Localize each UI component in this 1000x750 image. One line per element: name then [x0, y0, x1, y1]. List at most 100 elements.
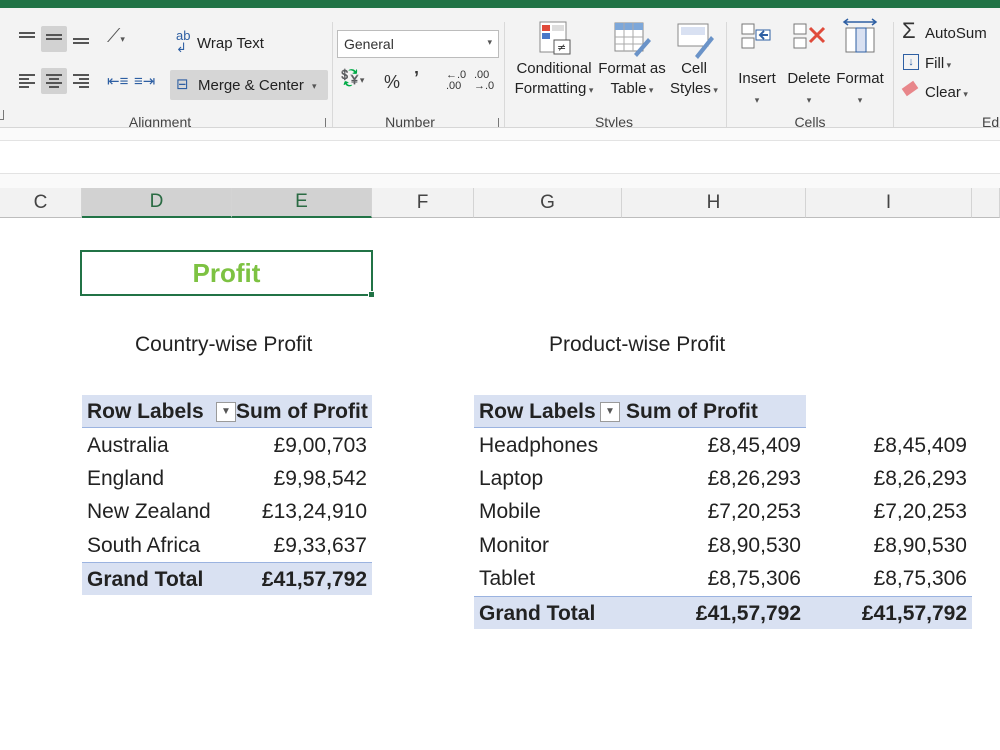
- fill-icon[interactable]: ↓: [903, 54, 919, 70]
- row-labels-text: Row Labels: [479, 399, 596, 423]
- clear-label: Clear: [925, 84, 961, 101]
- grand-total-label: Grand Total: [479, 601, 596, 625]
- row-extra-value: £8,26,293: [873, 466, 967, 490]
- conditional-formatting-line2: Formatting: [514, 80, 587, 97]
- grand-total-row[interactable]: Grand Total £41,57,792 £41,57,792: [474, 596, 972, 629]
- group-separator: [893, 22, 894, 128]
- table-row[interactable]: South Africa £9,33,637: [82, 529, 372, 562]
- increase-decimal-button[interactable]: ←.0 .00: [446, 70, 466, 92]
- column-header-next[interactable]: [972, 188, 1000, 218]
- column-header-d[interactable]: D: [82, 188, 232, 218]
- chevron-down-icon: ▾: [487, 37, 492, 47]
- table-row[interactable]: England £9,98,542: [82, 462, 372, 495]
- format-button[interactable]: Format ▾: [834, 69, 886, 110]
- increase-indent-icon[interactable]: ≡⇥: [134, 72, 155, 90]
- row-value: £9,00,703: [273, 433, 367, 457]
- wrap-text-label[interactable]: Wrap Text: [197, 35, 264, 52]
- table-row[interactable]: Australia £9,00,703: [82, 429, 372, 462]
- row-value: £7,20,253: [707, 499, 801, 523]
- group-separator: [504, 22, 505, 128]
- cell-styles-icon[interactable]: [675, 20, 715, 60]
- country-table-caption: Country-wise Profit: [135, 333, 313, 356]
- conditional-formatting-icon[interactable]: ≠: [536, 20, 576, 60]
- fill-label: Fill: [925, 55, 945, 72]
- format-as-table-line1: Format as: [598, 60, 666, 77]
- decrease-decimal-button[interactable]: .00 →.0: [474, 70, 494, 92]
- column-header-i[interactable]: I: [806, 188, 972, 218]
- row-value: £8,75,306: [707, 566, 801, 590]
- fill-button[interactable]: Fill ▾: [925, 55, 951, 72]
- selection-fill-handle[interactable]: [368, 291, 375, 298]
- sum-of-profit-header: Sum of Profit: [626, 399, 758, 423]
- row-label: Laptop: [479, 466, 544, 490]
- row-label: England: [87, 466, 165, 490]
- row-label: South Africa: [87, 533, 201, 557]
- column-header-f[interactable]: F: [372, 188, 474, 218]
- conditional-formatting-label[interactable]: Conditional Formatting ▾: [512, 59, 596, 100]
- clear-button[interactable]: Clear ▾: [925, 84, 968, 101]
- sheet-title-cell[interactable]: Profit: [80, 250, 373, 296]
- formula-bar[interactable]: [0, 140, 1000, 174]
- insert-cells-icon[interactable]: [738, 20, 778, 60]
- accounting-format-icon[interactable]: 💱▾: [340, 68, 364, 88]
- table-row[interactable]: Tablet £8,75,306 £8,75,306: [474, 562, 972, 595]
- column-header-c[interactable]: C: [0, 188, 82, 218]
- autosum-label[interactable]: AutoSum: [925, 25, 987, 42]
- row-label: Headphones: [479, 433, 599, 457]
- column-header-e[interactable]: E: [232, 188, 372, 218]
- table-row[interactable]: Headphones £8,45,409 £8,45,409: [474, 429, 972, 462]
- row-extra-value: £8,90,530: [873, 533, 967, 557]
- row-label: New Zealand: [87, 499, 211, 523]
- cell-styles-label[interactable]: Cell Styles ▾: [666, 59, 722, 100]
- align-middle-button[interactable]: [41, 26, 67, 52]
- format-cells-icon[interactable]: [840, 18, 880, 58]
- row-labels-filter-button[interactable]: ▼: [210, 395, 236, 428]
- grand-total-value: £41,57,792: [261, 567, 367, 591]
- row-label: Monitor: [479, 533, 550, 557]
- insert-button[interactable]: Insert ▾: [734, 69, 780, 110]
- comma-style-button[interactable]: ’: [414, 68, 419, 89]
- row-labels-filter-button[interactable]: ▼: [594, 395, 620, 428]
- align-right-button[interactable]: [68, 68, 94, 94]
- delete-button[interactable]: Delete ▾: [786, 69, 832, 110]
- group-separator: [332, 22, 333, 128]
- row-label: Tablet: [479, 566, 536, 590]
- ribbon: ⟋▾ ⇤≡ ≡⇥ ab ↲ Wrap Text ⊟ Merge & Center …: [0, 8, 1000, 130]
- group-separator: [726, 22, 727, 128]
- autosum-icon[interactable]: Σ: [902, 18, 916, 44]
- table-row[interactable]: Mobile £7,20,253 £7,20,253: [474, 495, 972, 528]
- percent-style-button[interactable]: %: [384, 72, 400, 93]
- format-as-table-label[interactable]: Format as Table ▾: [598, 59, 666, 100]
- wrap-text-icon[interactable]: ab ↲: [176, 29, 190, 54]
- grand-total-row[interactable]: Grand Total £41,57,792: [82, 562, 372, 595]
- orientation-icon[interactable]: ⟋▾: [107, 26, 125, 48]
- row-labels-header: Row Labels: [87, 395, 204, 428]
- decrease-indent-icon[interactable]: ⇤≡: [107, 72, 128, 90]
- table-row[interactable]: New Zealand £13,24,910: [82, 495, 372, 528]
- table-row[interactable]: Laptop £8,26,293 £8,26,293: [474, 462, 972, 495]
- column-header-g[interactable]: G: [474, 188, 622, 218]
- insert-label: Insert: [738, 70, 776, 87]
- grand-total-label: Grand Total: [87, 567, 204, 591]
- row-extra-value: £8,75,306: [873, 566, 967, 590]
- table-row[interactable]: Monitor £8,90,530 £8,90,530: [474, 529, 972, 562]
- delete-cells-icon[interactable]: [790, 20, 830, 60]
- align-left-button[interactable]: [14, 68, 40, 94]
- row-labels-header: Row Labels: [479, 395, 596, 428]
- eraser-icon[interactable]: [901, 80, 919, 97]
- align-center-button[interactable]: [41, 68, 67, 94]
- align-bottom-button[interactable]: [68, 26, 94, 52]
- row-value: £9,98,542: [273, 466, 367, 490]
- column-header-h[interactable]: H: [622, 188, 806, 218]
- align-top-button[interactable]: [14, 26, 40, 52]
- merge-center-icon: ⊟: [176, 76, 189, 93]
- dialog-launcher[interactable]: [0, 110, 4, 120]
- row-label: Australia: [87, 433, 169, 457]
- number-format-dropdown[interactable]: General ▾: [337, 30, 499, 58]
- row-labels-text: Row Labels: [87, 399, 204, 423]
- filter-dropdown-icon: ▼: [600, 401, 620, 422]
- grand-total-value: £41,57,792: [695, 601, 801, 625]
- delete-label: Delete: [787, 70, 831, 87]
- merge-center-button[interactable]: ⊟ Merge & Center ▾: [170, 70, 328, 100]
- format-as-table-icon[interactable]: [612, 20, 652, 60]
